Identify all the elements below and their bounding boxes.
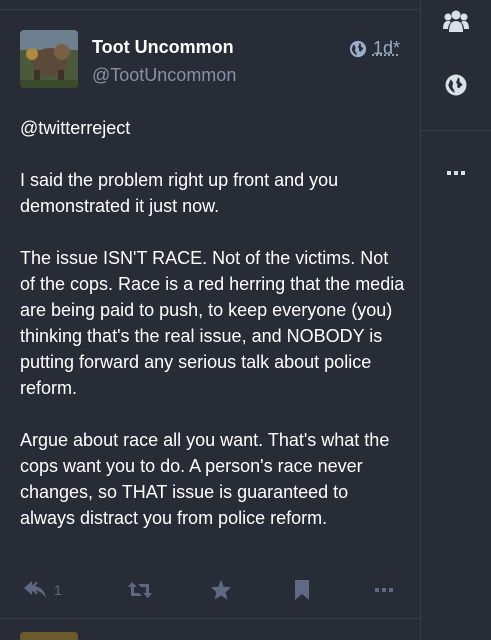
ellipsis-icon bbox=[375, 588, 393, 592]
globe-icon bbox=[445, 74, 467, 96]
next-status-avatar[interactable] bbox=[20, 632, 78, 640]
mention-link[interactable]: @twitterreject bbox=[20, 118, 130, 138]
sidebar-item-federated[interactable] bbox=[421, 64, 491, 106]
timeline: Toot Uncommon @TootUncommon 1d* @twitter… bbox=[0, 0, 420, 640]
reply-count: 1 bbox=[54, 582, 62, 598]
sidebar-item-more[interactable] bbox=[421, 152, 491, 194]
paragraph-1: I said the problem right up front and yo… bbox=[20, 170, 339, 216]
favourite-button[interactable] bbox=[210, 576, 232, 604]
bookmark-button[interactable] bbox=[294, 576, 310, 604]
reply-button[interactable]: 1 bbox=[24, 576, 62, 604]
globe-icon bbox=[349, 40, 367, 57]
boost-icon bbox=[128, 582, 152, 598]
paragraph-2: The issue ISN'T RACE. Not of the victims… bbox=[20, 248, 405, 398]
status-card[interactable]: Toot Uncommon @TootUncommon 1d* @twitter… bbox=[0, 9, 420, 619]
paragraph-3: Argue about race all you want. That's wh… bbox=[20, 430, 390, 528]
status-meta: 1d* bbox=[349, 38, 400, 59]
sidebar-divider bbox=[421, 130, 491, 131]
users-icon bbox=[443, 10, 469, 32]
account-handle[interactable]: @TootUncommon bbox=[92, 65, 236, 86]
sidebar-item-community[interactable] bbox=[421, 0, 491, 42]
ellipsis-icon bbox=[447, 171, 465, 175]
status-time[interactable]: 1d* bbox=[373, 38, 400, 59]
status-action-bar: 1 bbox=[20, 576, 400, 604]
reply-all-icon bbox=[24, 581, 46, 598]
boost-button[interactable] bbox=[128, 576, 152, 604]
edited-marker: * bbox=[392, 38, 400, 58]
avatar-image bbox=[20, 30, 78, 88]
avatar[interactable] bbox=[20, 30, 78, 88]
display-name[interactable]: Toot Uncommon bbox=[92, 37, 234, 58]
more-button[interactable] bbox=[374, 576, 394, 604]
bookmark-icon bbox=[295, 580, 309, 600]
sidebar bbox=[420, 0, 491, 640]
status-content: @twitterreject I said the problem right … bbox=[20, 115, 405, 557]
time-value: 1d bbox=[372, 38, 393, 58]
star-icon bbox=[210, 579, 232, 600]
